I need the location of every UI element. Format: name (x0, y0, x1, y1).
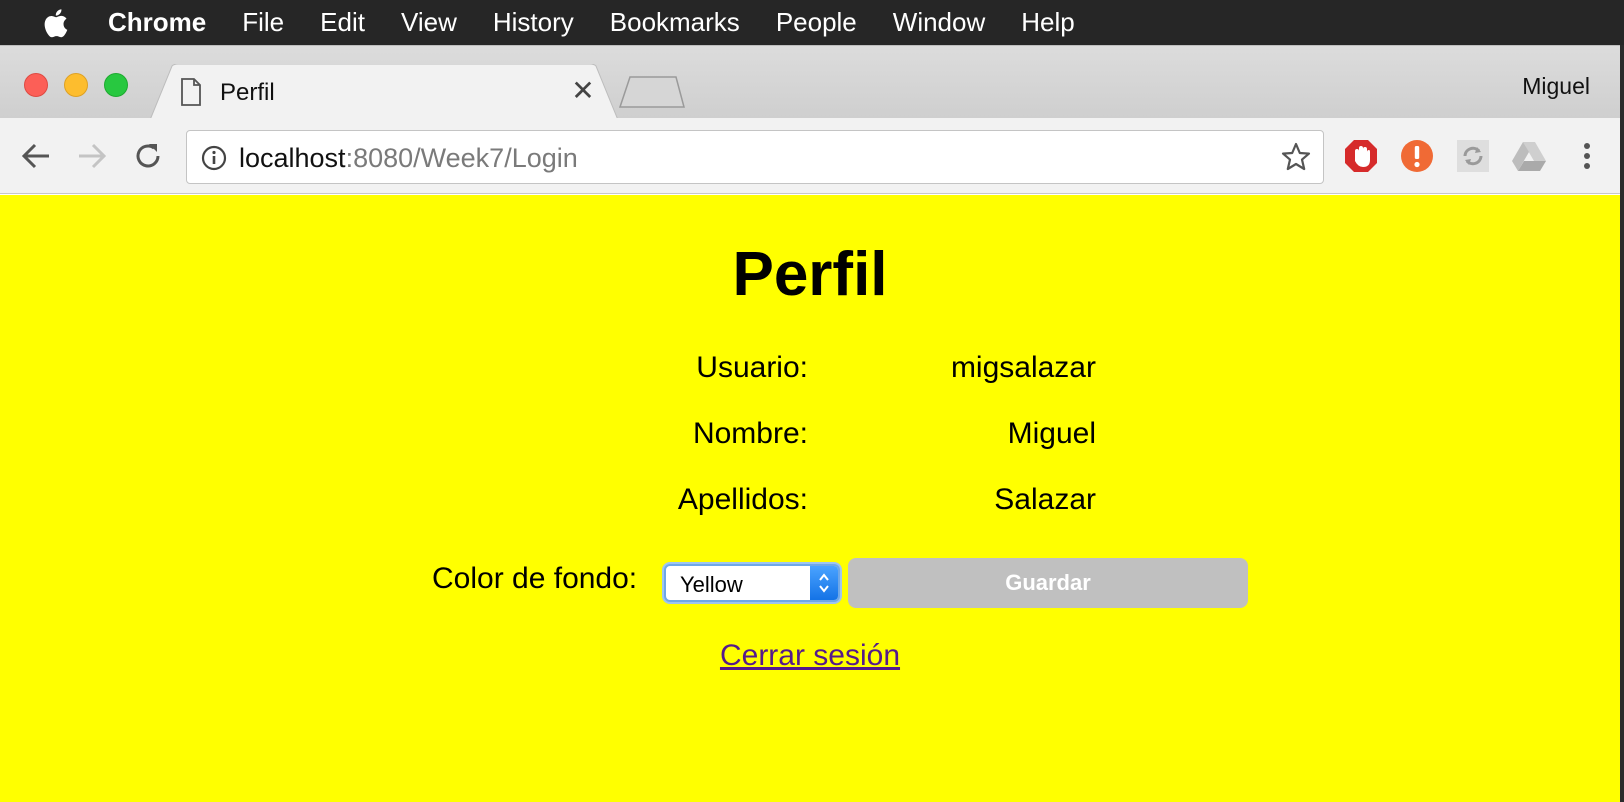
browser-tab-strip: Perfil ✕ Miguel (0, 45, 1624, 120)
page-content: Perfil Usuario: migsalazar Nombre: Migue… (0, 195, 1620, 802)
tab-close-icon[interactable]: ✕ (568, 76, 598, 106)
alert-extension-icon[interactable] (1398, 137, 1436, 175)
window-close-button[interactable] (24, 73, 48, 97)
menu-help[interactable]: Help (1021, 7, 1074, 38)
browser-toolbar: localhost:8080/Week7/Login (0, 118, 1624, 194)
background-color-selected: Yellow (680, 572, 743, 597)
forward-arrow-icon[interactable] (74, 138, 110, 174)
macos-menu-bar: Chrome File Edit View History Bookmarks … (0, 0, 1624, 45)
background-color-select[interactable]: Yellow (664, 564, 840, 602)
tab-perfil[interactable]: Perfil ✕ (150, 64, 626, 120)
apellidos-label: Apellidos: (677, 483, 808, 516)
logout-link[interactable]: Cerrar sesión (720, 639, 900, 672)
apple-icon[interactable] (40, 6, 70, 40)
info-icon[interactable] (201, 145, 227, 176)
window-edge (1620, 45, 1624, 802)
tab-title: Perfil (220, 79, 275, 106)
url-path: :8080/Week7/Login (345, 143, 578, 173)
sync-extension-icon[interactable] (1454, 137, 1492, 175)
menu-app-chrome[interactable]: Chrome (108, 7, 206, 38)
select-arrows-icon (810, 566, 838, 600)
url-text: localhost:8080/Week7/Login (239, 143, 578, 174)
usuario-label: Usuario: (696, 351, 808, 384)
nombre-label: Nombre: (692, 417, 808, 450)
reload-icon[interactable] (130, 138, 166, 174)
apellidos-value: Salazar (994, 483, 1096, 516)
drive-icon[interactable] (1510, 137, 1548, 175)
back-arrow-icon[interactable] (18, 138, 54, 174)
menu-history[interactable]: History (493, 7, 574, 38)
menu-edit[interactable]: Edit (320, 7, 365, 38)
window-zoom-button[interactable] (104, 73, 128, 97)
usuario-value: migsalazar (950, 351, 1096, 384)
window-minimize-button[interactable] (64, 73, 88, 97)
menu-bookmarks[interactable]: Bookmarks (610, 7, 740, 38)
profile-name[interactable]: Miguel (1522, 73, 1590, 100)
page-title: Perfil (732, 240, 888, 309)
menu-window[interactable]: Window (893, 7, 985, 38)
menu-file[interactable]: File (242, 7, 284, 38)
new-tab-button[interactable] (618, 76, 686, 113)
logout-row: Cerrar sesión (0, 639, 1620, 673)
more-menu-icon[interactable] (1568, 137, 1606, 175)
url-host: localhost (239, 143, 346, 173)
bookmark-star-icon[interactable] (1281, 142, 1311, 177)
menu-view[interactable]: View (401, 7, 457, 38)
nombre-value: Miguel (1007, 417, 1096, 450)
save-button[interactable]: Guardar (848, 558, 1248, 608)
page-icon (180, 78, 202, 111)
adblock-hand-icon[interactable] (1342, 137, 1380, 175)
color-de-fondo-label: Color de fondo: (432, 562, 638, 595)
address-bar[interactable]: localhost:8080/Week7/Login (186, 130, 1324, 184)
menu-people[interactable]: People (776, 7, 857, 38)
